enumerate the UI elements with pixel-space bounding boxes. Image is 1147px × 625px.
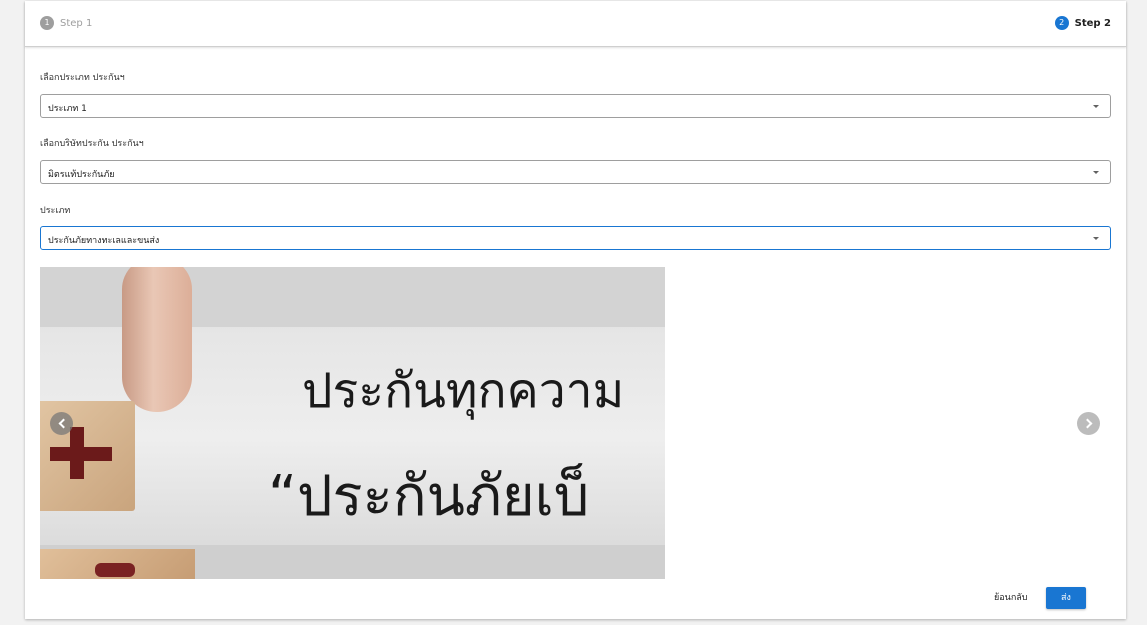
carousel-slide-image: ประกันทุกความ “ประกันภัยเบ็ [40, 267, 665, 579]
block-mark-graphic [95, 563, 135, 577]
step-1-label: Step 1 [60, 17, 93, 29]
step-2[interactable]: 2 Step 2 [1054, 15, 1111, 31]
slide-headline: ประกันทุกความ [302, 363, 625, 419]
insurance-company-value: มิตรแท้ประกันภัย [48, 170, 115, 180]
form-card: 1 Step 1 2 Step 2 เลือกประเภท ประกันฯ ปร… [25, 1, 1126, 619]
caret-down-icon [1093, 171, 1099, 174]
send-button[interactable]: ส่ง [1046, 587, 1086, 609]
carousel-prev-button[interactable] [50, 412, 73, 435]
caret-down-icon [1093, 237, 1099, 240]
category-label: ประเภท [40, 206, 71, 216]
step-2-number: 2 [1054, 16, 1069, 30]
insurance-type-select[interactable]: ประเภท 1 [40, 94, 1111, 118]
insurance-type-value: ประเภท 1 [48, 104, 87, 114]
slide-subheadline: “ประกันภัยเบ็ [268, 464, 590, 529]
stepper-header: 1 Step 1 2 Step 2 [25, 1, 1126, 47]
back-button[interactable]: ย้อนกลับ [988, 587, 1034, 609]
caret-down-icon [1093, 105, 1099, 108]
medical-cross-icon [50, 447, 112, 461]
insurance-type-label: เลือกประเภท ประกันฯ [40, 73, 125, 83]
insurance-company-select[interactable]: มิตรแท้ประกันภัย [40, 160, 1111, 184]
step-2-label: Step 2 [1074, 17, 1111, 29]
step-1-number: 1 [40, 16, 54, 30]
category-select[interactable]: ประกันภัยทางทะเลและขนส่ง [40, 226, 1111, 250]
image-carousel: ประกันทุกความ “ประกันภัยเบ็ [40, 267, 1111, 579]
finger-graphic [122, 267, 192, 412]
carousel-next-button[interactable] [1077, 412, 1100, 435]
insurance-company-label: เลือกบริษัทประกัน ประกันฯ [40, 139, 144, 149]
step-1[interactable]: 1 Step 1 [40, 15, 92, 31]
chevron-left-icon [58, 418, 68, 429]
chevron-right-icon [1082, 418, 1092, 429]
category-value: ประกันภัยทางทะเลและขนส่ง [48, 236, 160, 246]
